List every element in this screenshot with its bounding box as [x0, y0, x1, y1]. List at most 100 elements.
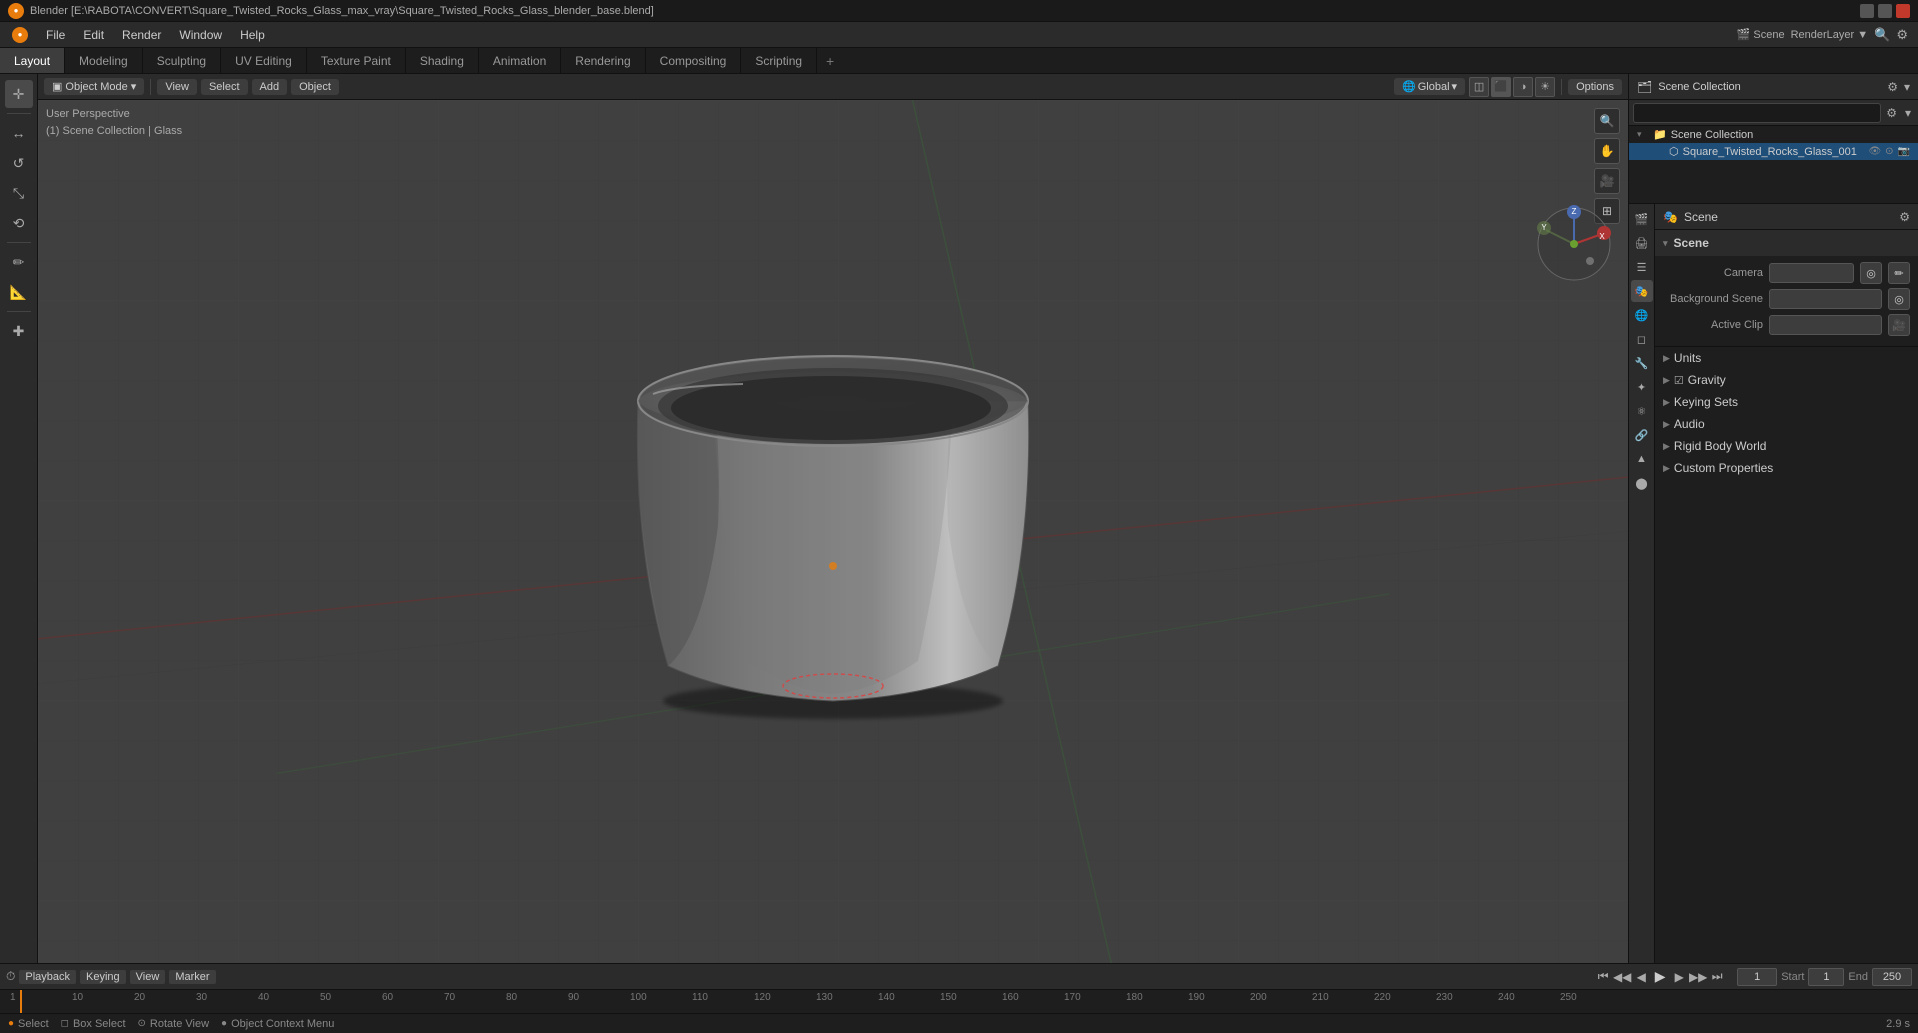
prop-tab-render[interactable]: 🎬: [1631, 208, 1653, 230]
transform-tool[interactable]: ⟲: [5, 209, 33, 237]
active-clip-value[interactable]: [1769, 315, 1882, 335]
jump-start-btn[interactable]: ⏮: [1595, 969, 1611, 985]
outliner-item-object[interactable]: ⬡ Square_Twisted_Rocks_Glass_001 👁 ⊙ 📷: [1629, 143, 1918, 160]
next-keyframe-btn[interactable]: ▶: [1671, 969, 1687, 985]
menu-file[interactable]: File: [38, 26, 73, 44]
menu-help[interactable]: Help: [232, 26, 273, 44]
pan-icon[interactable]: ✋: [1594, 138, 1620, 164]
maximize-button[interactable]: [1878, 4, 1892, 18]
timeline-ruler[interactable]: 1102030405060708090100110120130140150160…: [0, 990, 1918, 1013]
menu-render[interactable]: Render: [114, 26, 169, 44]
rotate-tool[interactable]: ↺: [5, 149, 33, 177]
background-scene-value[interactable]: [1769, 289, 1882, 309]
prop-tab-view-layer[interactable]: ☰: [1631, 256, 1653, 278]
scene-section-header[interactable]: ▾ Scene: [1655, 230, 1918, 256]
annotate-tool[interactable]: ✏: [5, 248, 33, 276]
keying-menu[interactable]: Keying: [80, 970, 126, 984]
zoom-icon[interactable]: 🔍: [1594, 108, 1620, 134]
prop-tab-object[interactable]: ◻: [1631, 328, 1653, 350]
prev-frame-btn[interactable]: ◀◀: [1614, 969, 1630, 985]
prop-tab-scene[interactable]: 🎭: [1631, 280, 1653, 302]
camera-value[interactable]: [1769, 263, 1854, 283]
tab-sculpting[interactable]: Sculpting: [143, 48, 221, 73]
tab-compositing[interactable]: Compositing: [646, 48, 742, 73]
units-section[interactable]: ▶ Units: [1655, 347, 1918, 369]
next-frame-btn[interactable]: ▶▶: [1690, 969, 1706, 985]
menu-window[interactable]: Window: [171, 26, 230, 44]
camera-edit-btn[interactable]: ✏: [1888, 262, 1910, 284]
render-layer-selector[interactable]: RenderLayer ▼: [1791, 29, 1869, 41]
outliner-display-button[interactable]: ▾: [1902, 106, 1914, 120]
play-btn[interactable]: ▶: [1652, 969, 1668, 985]
viewport[interactable]: ▣ Object Mode ▾ View Select Add Object 🌐…: [38, 74, 1628, 998]
select-icon[interactable]: ⊙: [1885, 146, 1893, 157]
tab-modeling[interactable]: Modeling: [65, 48, 143, 73]
jump-end-btn[interactable]: ⏭: [1709, 969, 1725, 985]
keying-sets-section[interactable]: ▶ Keying Sets: [1655, 391, 1918, 413]
move-tool[interactable]: ↔: [5, 119, 33, 147]
clip-select-btn[interactable]: 🎥: [1888, 314, 1910, 336]
prev-keyframe-btn[interactable]: ◀: [1633, 969, 1649, 985]
prop-tab-physics[interactable]: ⚛: [1631, 400, 1653, 422]
minimize-button[interactable]: [1860, 4, 1874, 18]
prop-tab-modifiers[interactable]: 🔧: [1631, 352, 1653, 374]
prop-filter-icon[interactable]: ⚙: [1899, 210, 1910, 224]
search-icon[interactable]: 🔍: [1874, 27, 1890, 43]
view-menu[interactable]: View: [157, 79, 197, 95]
outliner-options-icon[interactable]: ▾: [1904, 80, 1910, 94]
outliner-search-input[interactable]: [1633, 103, 1881, 123]
object-menu[interactable]: Object: [291, 79, 339, 95]
tab-texture-paint[interactable]: Texture Paint: [307, 48, 406, 73]
tab-shading[interactable]: Shading: [406, 48, 479, 73]
prop-tab-data[interactable]: ▲: [1631, 448, 1653, 470]
filter-icon[interactable]: ⚙: [1896, 27, 1908, 43]
wireframe-shading[interactable]: ◫: [1469, 77, 1489, 97]
add-object-tool[interactable]: ✚: [5, 317, 33, 345]
scale-tool[interactable]: ⤡: [5, 179, 33, 207]
tab-uv-editing[interactable]: UV Editing: [221, 48, 307, 73]
close-button[interactable]: [1896, 4, 1910, 18]
material-preview[interactable]: ◑: [1513, 77, 1533, 97]
playback-menu[interactable]: Playback: [19, 970, 76, 984]
cursor-tool[interactable]: ✛: [5, 80, 33, 108]
prop-tab-world[interactable]: 🌐: [1631, 304, 1653, 326]
prop-tab-material[interactable]: ⬤: [1631, 472, 1653, 494]
prop-tab-output[interactable]: 🖨: [1631, 232, 1653, 254]
marker-menu[interactable]: Marker: [169, 970, 215, 984]
start-frame-input[interactable]: [1808, 968, 1844, 986]
visibility-icon[interactable]: 👁: [1868, 146, 1881, 157]
end-frame-input[interactable]: [1872, 968, 1912, 986]
tab-animation[interactable]: Animation: [479, 48, 561, 73]
audio-section[interactable]: ▶ Audio: [1655, 413, 1918, 435]
current-frame-input[interactable]: [1737, 968, 1777, 986]
rendered-preview[interactable]: ☀: [1535, 77, 1555, 97]
prop-tab-constraints[interactable]: 🔗: [1631, 424, 1653, 446]
bg-scene-select-btn[interactable]: ◎: [1888, 288, 1910, 310]
gravity-section[interactable]: ▶ ☑ Gravity: [1655, 369, 1918, 391]
viewport-center-options[interactable]: 🌐 Global ▾: [1394, 78, 1465, 95]
custom-properties-section[interactable]: ▶ Custom Properties: [1655, 457, 1918, 479]
mode-selector[interactable]: ▣ Object Mode ▾: [44, 78, 144, 95]
gravity-checkbox[interactable]: ☑: [1674, 374, 1684, 387]
camera-icon[interactable]: 🎥: [1594, 168, 1620, 194]
select-menu[interactable]: Select: [201, 79, 248, 95]
view-menu-timeline[interactable]: View: [130, 970, 166, 984]
viewport-options-button[interactable]: Options: [1568, 79, 1622, 95]
collection-item-scene[interactable]: ▾ 📁 Scene Collection: [1629, 126, 1918, 143]
add-workspace-button[interactable]: +: [817, 48, 843, 73]
solid-shading[interactable]: ⬛: [1491, 77, 1511, 97]
menu-blender[interactable]: ●: [4, 25, 36, 45]
measure-tool[interactable]: 📐: [5, 278, 33, 306]
rigid-body-world-section[interactable]: ▶ Rigid Body World: [1655, 435, 1918, 457]
tab-rendering[interactable]: Rendering: [561, 48, 645, 73]
outliner-filter-button[interactable]: ⚙: [1883, 106, 1900, 120]
prop-tab-particles[interactable]: ✦: [1631, 376, 1653, 398]
tab-layout[interactable]: Layout: [0, 48, 65, 73]
add-menu[interactable]: Add: [252, 79, 288, 95]
nav-gizmo[interactable]: X Y Z: [1534, 204, 1614, 284]
menu-edit[interactable]: Edit: [75, 26, 112, 44]
camera-select-btn[interactable]: ◎: [1860, 262, 1882, 284]
tab-scripting[interactable]: Scripting: [741, 48, 817, 73]
engine-selector[interactable]: 🎬 Scene: [1737, 28, 1785, 41]
timeline-playhead[interactable]: [20, 990, 22, 1013]
